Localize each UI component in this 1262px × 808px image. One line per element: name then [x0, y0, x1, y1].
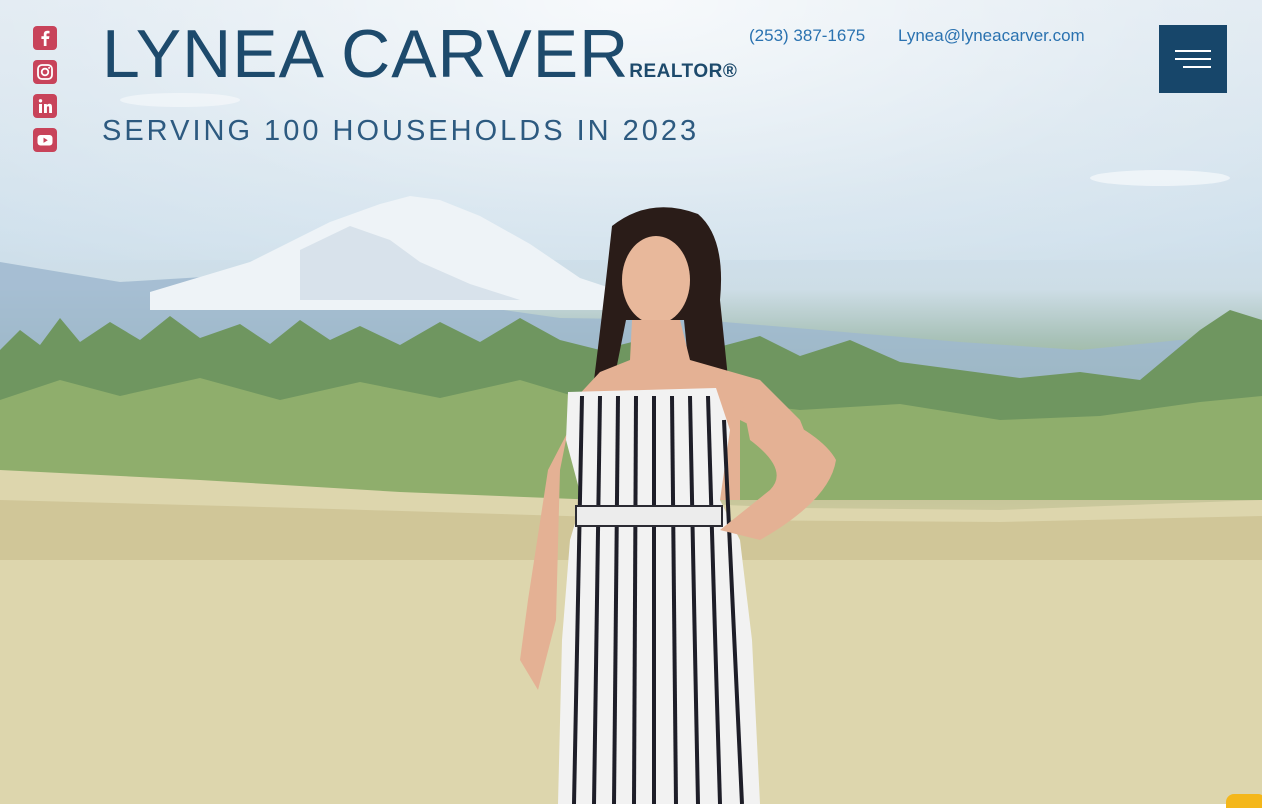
- linkedin-icon: [38, 99, 52, 113]
- site-name-suffix: REALTOR®: [629, 61, 738, 82]
- phone-link[interactable]: (253) 387-1675: [749, 25, 865, 47]
- cloud: [1090, 170, 1230, 186]
- instagram-icon: [37, 64, 53, 80]
- email-link[interactable]: Lynea@lyneacarver.com: [898, 25, 1085, 47]
- site-logo[interactable]: LYNEA CARVERREALTOR®: [102, 15, 737, 93]
- social-links-bar: [33, 26, 57, 152]
- youtube-icon: [37, 135, 53, 146]
- linkedin-link[interactable]: [33, 94, 57, 118]
- instagram-link[interactable]: [33, 60, 57, 84]
- menu-button[interactable]: [1159, 25, 1227, 93]
- chat-widget-tab[interactable]: [1226, 794, 1262, 808]
- facebook-icon: [41, 30, 50, 46]
- site-name: LYNEA CARVER: [102, 16, 630, 92]
- belt: [575, 505, 723, 527]
- cloud: [120, 93, 240, 107]
- face: [622, 236, 690, 324]
- youtube-link[interactable]: [33, 128, 57, 152]
- site-tagline: SERVING 100 HOUSEHOLDS IN 2023: [102, 115, 700, 147]
- facebook-link[interactable]: [33, 26, 57, 50]
